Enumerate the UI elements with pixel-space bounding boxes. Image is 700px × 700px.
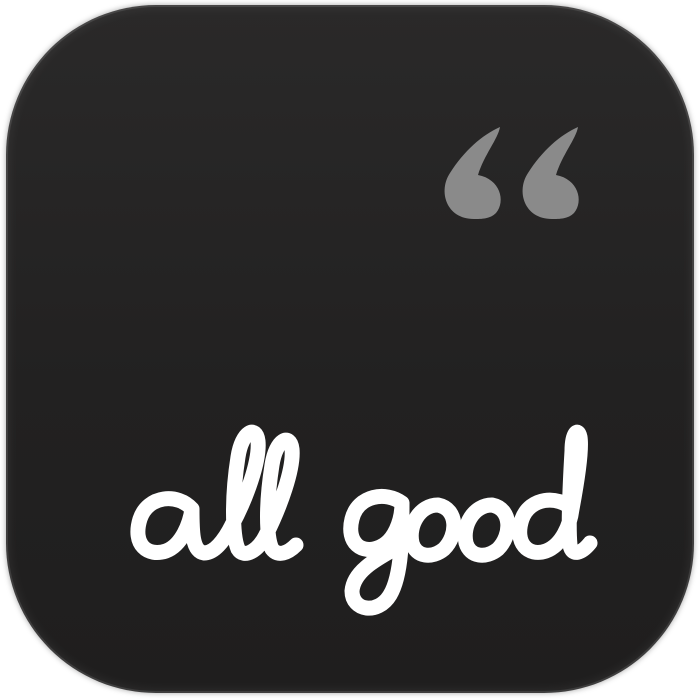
app-icon[interactable]: all good “ xyxy=(6,5,694,693)
wordmark xyxy=(130,424,598,616)
